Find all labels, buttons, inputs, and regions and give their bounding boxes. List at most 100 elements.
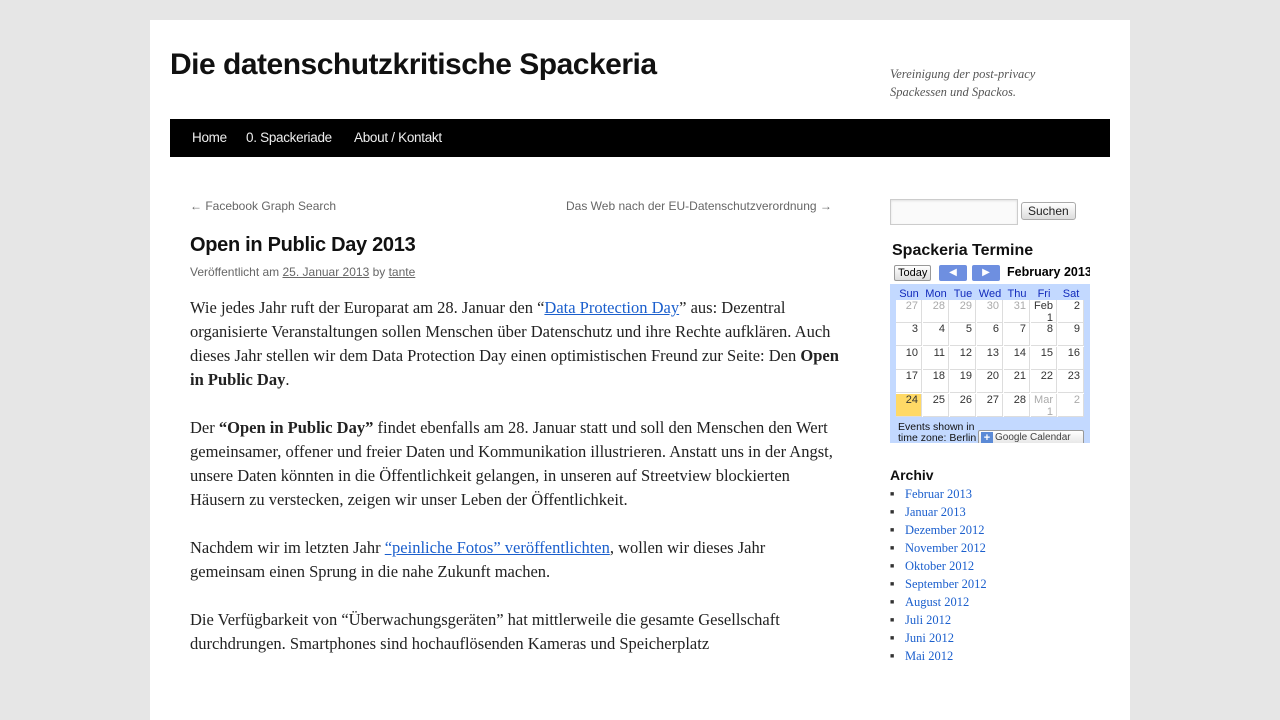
- calendar-day[interactable]: 18: [923, 370, 949, 394]
- calendar-weekday: Sun: [899, 288, 919, 300]
- calendar-day[interactable]: 28: [1004, 393, 1030, 417]
- calendar-weekday: Thu: [1007, 288, 1027, 300]
- archive-link[interactable]: September 2012: [905, 577, 987, 591]
- calendar-day[interactable]: 3: [896, 323, 922, 347]
- calendar-day[interactable]: 13: [977, 346, 1003, 370]
- calendar-day[interactable]: 14: [1004, 346, 1030, 370]
- calendar-next-button[interactable]: ▶: [972, 265, 1000, 281]
- archive-link[interactable]: November 2012: [905, 541, 986, 555]
- archive-item: September 2012: [890, 575, 987, 593]
- nav-home[interactable]: Home: [192, 130, 227, 145]
- archive-item: Januar 2013: [890, 503, 987, 521]
- calendar-day[interactable]: Feb 1: [1031, 300, 1057, 324]
- data-protection-day-link[interactable]: Data Protection Day: [544, 298, 679, 317]
- entry-meta: Veröffentlicht am 25. Januar 2013 by tan…: [190, 265, 415, 279]
- calendar-day[interactable]: 8: [1031, 323, 1057, 347]
- prev-post-link[interactable]: ← Facebook Graph Search: [190, 199, 336, 213]
- post-date-link[interactable]: 25. Januar 2013: [283, 265, 370, 279]
- archive-item: Juli 2012: [890, 611, 987, 629]
- archive-title: Archiv: [890, 467, 934, 483]
- calendar-prev-button[interactable]: ◀: [939, 265, 967, 281]
- nav-about[interactable]: About / Kontakt: [354, 130, 442, 145]
- archive-item: Juni 2012: [890, 629, 987, 647]
- paragraph-1: Wie jedes Jahr ruft der Europarat am 28.…: [190, 296, 840, 392]
- calendar-day[interactable]: 31: [1004, 300, 1030, 323]
- calendar-widget: Today ◀ ▶ February 2013 Sun Mon Tue Wed Thu F…: [890, 265, 1090, 443]
- archive-link[interactable]: Juni 2012: [905, 631, 954, 645]
- peinliche-fotos-link[interactable]: “peinliche Fotos” veröffentlichten: [385, 538, 610, 557]
- archive-link[interactable]: August 2012: [905, 595, 969, 609]
- calendar-day[interactable]: 6: [977, 323, 1003, 347]
- calendar-day[interactable]: 25: [923, 393, 949, 417]
- calendar-day[interactable]: 26: [950, 393, 976, 417]
- calendar-timezone-note: Events shown in time zone: Berlin: [898, 421, 977, 444]
- calendar-days: 27 28 29 30 31 Feb 1 2 3 4 5 6 7 8 9 10 11 12 13 14 15 16 17 1…: [896, 300, 1084, 418]
- plus-icon: +: [981, 432, 993, 443]
- calendar-day[interactable]: 7: [1004, 323, 1030, 347]
- calendar-grid: Sun Mon Tue Wed Thu Fri Sat 27 28 29 30 31 Feb 1234…: [890, 284, 1090, 443]
- search-input[interactable]: [890, 199, 1018, 225]
- paragraph-4: Die Verfügbarkeit von “Überwachungsgerät…: [190, 610, 780, 653]
- entry-content: Wie jedes Jahr ruft der Europarat am 28.…: [190, 296, 840, 680]
- archive-item: November 2012: [890, 539, 987, 557]
- archive-item: Februar 2013: [890, 485, 987, 503]
- site-description: Vereinigung der post-privacy Spackessen …: [890, 67, 1036, 99]
- calendar-weekday: Tue: [953, 288, 973, 300]
- p2-text-a: Der: [190, 418, 219, 437]
- calendar-day[interactable]: 29: [950, 300, 976, 323]
- archive-link[interactable]: Februar 2013: [905, 487, 972, 501]
- calendar-day[interactable]: 5: [950, 323, 976, 347]
- calendar-day[interactable]: 2: [1058, 393, 1084, 417]
- page: Die datenschutzkritische Spackeria Verei…: [150, 20, 1130, 720]
- next-post-link[interactable]: Das Web nach der EU-Datenschutzverordnun…: [566, 199, 832, 213]
- meta-by: by: [369, 265, 389, 279]
- entry-title[interactable]: Open in Public Day 2013: [190, 234, 416, 257]
- p2-bold: “Open in Public Day”: [218, 418, 374, 437]
- calendar-day[interactable]: 10: [896, 346, 922, 370]
- calendar-day[interactable]: 17: [896, 370, 922, 394]
- calendar-day[interactable]: 20: [977, 370, 1003, 394]
- author-link[interactable]: tante: [389, 265, 416, 279]
- calendar-day[interactable]: 28: [923, 300, 949, 323]
- search-button[interactable]: Suchen: [1021, 202, 1076, 220]
- archive-link[interactable]: Oktober 2012: [905, 559, 974, 573]
- site-title[interactable]: Die datenschutzkritische Spackeria: [170, 48, 657, 82]
- calendar-weekday: Fri: [1037, 288, 1051, 300]
- calendar-day[interactable]: 27: [896, 300, 922, 323]
- p1-text-a: Wie jedes Jahr ruft der Europarat am 28.…: [190, 298, 545, 317]
- calendar-weekday: Sat: [1062, 288, 1080, 300]
- google-calendar-button[interactable]: + Google Calendar: [978, 430, 1084, 443]
- triangle-left-icon: ◀: [949, 267, 957, 278]
- archive-link[interactable]: Januar 2013: [905, 505, 966, 519]
- nav-spackeriade[interactable]: 0. Spackeriade: [246, 130, 332, 145]
- archive-list: Februar 2013 Januar 2013 Dezember 2012 N…: [890, 485, 987, 665]
- calendar-day[interactable]: 24: [896, 393, 922, 417]
- calendar-day[interactable]: 12: [950, 346, 976, 370]
- calendar-day[interactable]: 30: [977, 300, 1003, 323]
- calendar-day[interactable]: 23: [1058, 370, 1084, 394]
- archive-link[interactable]: Juli 2012: [905, 613, 951, 627]
- calendar-day[interactable]: 9: [1058, 323, 1084, 347]
- calendar-day[interactable]: 2: [1058, 300, 1084, 323]
- p3-text-a: Nachdem wir im letzten Jahr: [190, 538, 385, 557]
- calendar-today-button[interactable]: Today: [894, 265, 932, 281]
- calendar-day[interactable]: 21: [1004, 370, 1030, 394]
- calendar-day[interactable]: 27: [977, 393, 1003, 417]
- calendar-day[interactable]: 11: [923, 346, 949, 370]
- calendar-day[interactable]: 4: [923, 323, 949, 347]
- archive-link[interactable]: Dezember 2012: [905, 523, 984, 537]
- calendar-day[interactable]: 15: [1031, 346, 1057, 370]
- archive-link[interactable]: Mai 2012: [905, 649, 953, 663]
- calendar-day[interactable]: 22: [1031, 370, 1057, 394]
- calendar-weekdays: Sun Mon Tue Wed Thu Fri Sat: [896, 288, 1084, 300]
- meta-prefix: Veröffentlicht am: [190, 265, 283, 279]
- paragraph-3: Nachdem wir im letzten Jahr “peinliche F…: [190, 536, 840, 584]
- paragraph-2: Der “Open in Public Day” findet ebenfall…: [190, 416, 840, 512]
- google-calendar-label: Google Calendar: [995, 432, 1071, 443]
- main-nav: Home 0. Spackeriade About / Kontakt: [170, 119, 1110, 157]
- triangle-right-icon: ▶: [982, 267, 990, 278]
- calendar-day[interactable]: 16: [1058, 346, 1084, 370]
- calendar-day[interactable]: 19: [950, 370, 976, 394]
- calendar-day[interactable]: Mar 1: [1031, 393, 1057, 418]
- calendar-weekday: Mon: [925, 288, 947, 300]
